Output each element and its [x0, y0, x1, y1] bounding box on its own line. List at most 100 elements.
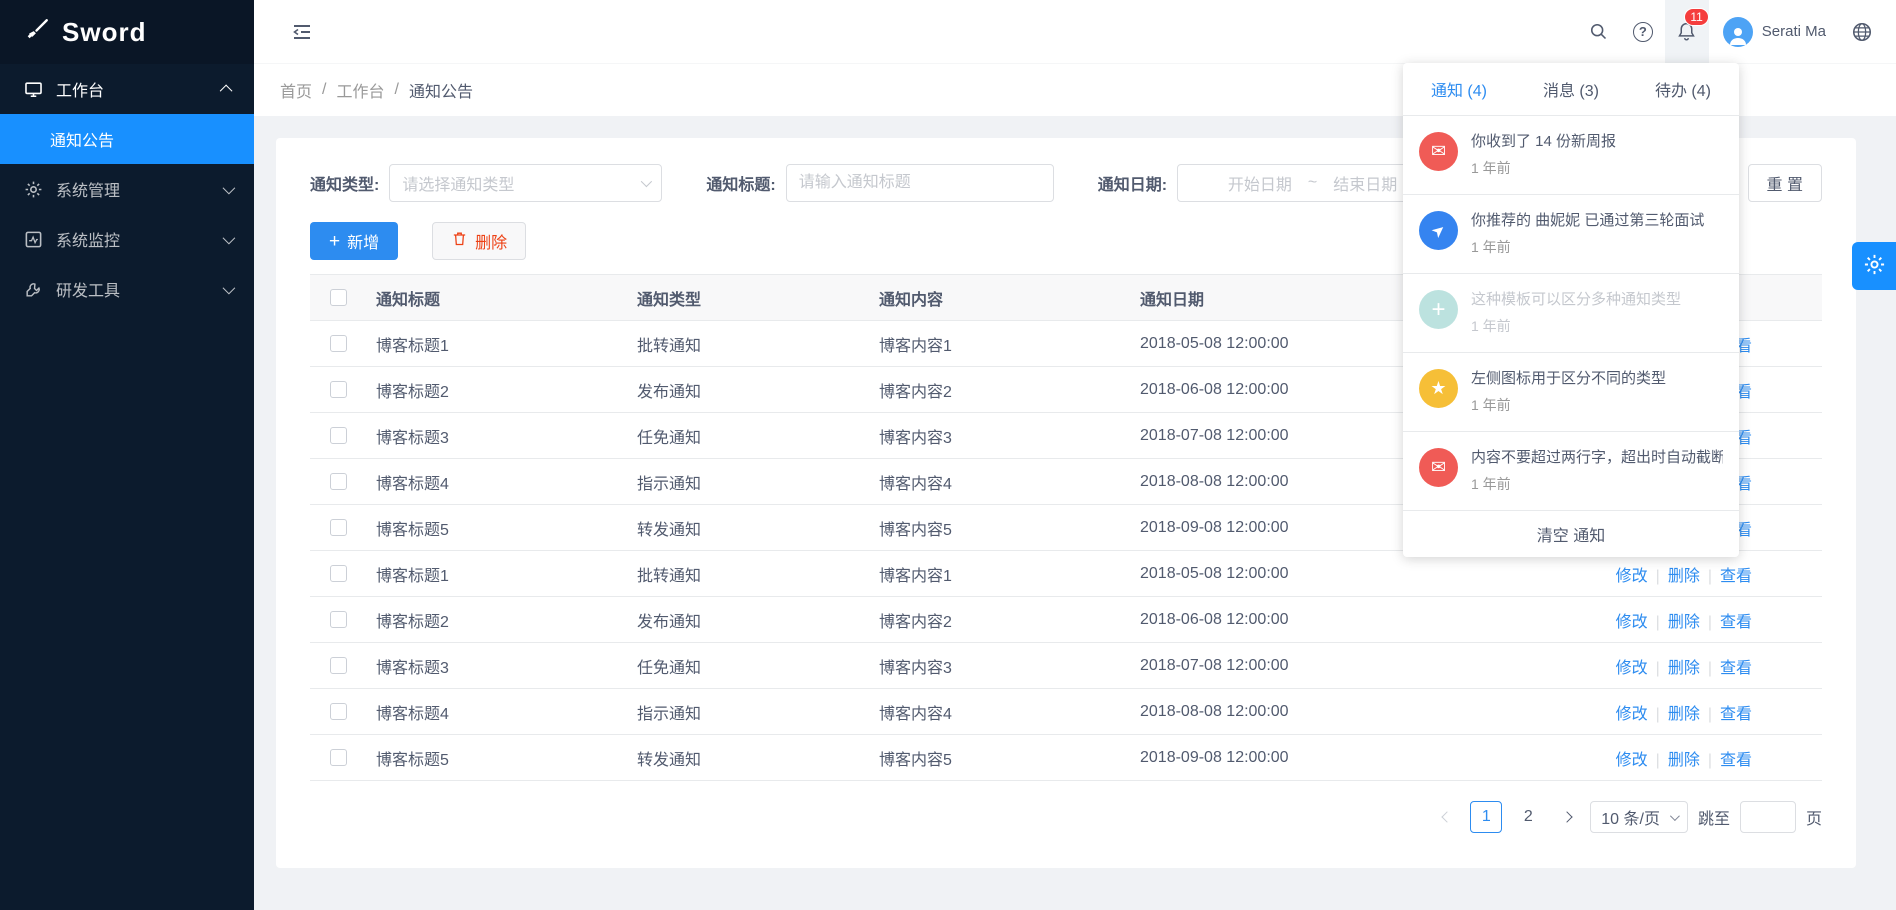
notice-title-input[interactable] — [786, 164, 1054, 202]
table-cell: 博客标题1 — [366, 321, 627, 367]
sidebar: Sword 工作台通知公告系统管理系统监控研发工具 — [0, 0, 254, 910]
notification-item[interactable]: ★左侧图标用于区分不同的类型1 年前 — [1403, 353, 1739, 432]
search-icon[interactable] — [1577, 0, 1621, 64]
reset-button[interactable]: 重 置 — [1748, 164, 1822, 202]
row-action-edit[interactable]: 修改 — [1616, 614, 1648, 631]
row-action-edit[interactable]: 修改 — [1616, 568, 1648, 585]
filter-type-group: 通知类型: 请选择通知类型 — [310, 164, 662, 202]
select-all-checkbox[interactable] — [330, 289, 347, 306]
settings-fab-button[interactable] — [1852, 242, 1896, 290]
filter-date-group: 通知日期: 开始日期 ~ 结束日期 — [1098, 164, 1448, 202]
notification-time: 1 年前 — [1471, 316, 1681, 336]
action-separator: | — [1656, 614, 1660, 631]
sidebar-item-system-manage[interactable]: 系统管理 — [0, 164, 254, 214]
type-label: 通知类型: — [310, 171, 379, 195]
delete-button[interactable]: 删除 — [432, 222, 526, 260]
table-cell: 博客标题3 — [366, 413, 627, 459]
notification-time: 1 年前 — [1471, 237, 1704, 257]
row-actions: 修改|删除|查看 — [1562, 597, 1822, 643]
notification-tab-0[interactable]: 通知 (4) — [1403, 63, 1515, 115]
page-size-select[interactable]: 10 条/页 — [1590, 801, 1688, 833]
language-globe-icon[interactable] — [1840, 0, 1884, 64]
sidebar-subitem-label: 通知公告 — [50, 127, 114, 151]
table-cell: 博客内容2 — [869, 367, 1130, 413]
row-checkbox[interactable] — [330, 427, 347, 444]
column-header: 通知标题 — [366, 275, 627, 321]
row-select-cell — [310, 643, 366, 689]
help-icon[interactable]: ? — [1621, 0, 1665, 64]
row-checkbox[interactable] — [330, 611, 347, 628]
column-header: 通知内容 — [869, 275, 1130, 321]
row-checkbox[interactable] — [330, 473, 347, 490]
chevron-down-icon — [1670, 811, 1680, 821]
row-checkbox[interactable] — [330, 565, 347, 582]
sidebar-item-workbench[interactable]: 工作台 — [0, 64, 254, 114]
row-action-view[interactable]: 查看 — [1720, 568, 1752, 585]
notification-text: 内容不要超过两行字，超出时自动截断 — [1471, 448, 1723, 467]
row-checkbox[interactable] — [330, 657, 347, 674]
row-action-delete[interactable]: 删除 — [1668, 706, 1700, 723]
row-action-edit[interactable]: 修改 — [1616, 752, 1648, 769]
prev-page-button[interactable] — [1434, 801, 1460, 833]
sword-logo-icon — [24, 17, 50, 48]
chevron-down-icon — [641, 176, 652, 187]
row-action-delete[interactable]: 删除 — [1668, 614, 1700, 631]
row-action-view[interactable]: 查看 — [1720, 752, 1752, 769]
table-cell: 发布通知 — [627, 597, 869, 643]
breadcrumb-item[interactable]: 首页 — [280, 78, 312, 102]
app-root: Sword 工作台通知公告系统管理系统监控研发工具 ? 11 — [0, 0, 1896, 910]
notification-item[interactable]: ➤你推荐的 曲妮妮 已通过第三轮面试1 年前 — [1403, 195, 1739, 274]
logo[interactable]: Sword — [0, 0, 254, 64]
row-checkbox[interactable] — [330, 335, 347, 352]
row-action-delete[interactable]: 删除 — [1668, 752, 1700, 769]
table-cell: 转发通知 — [627, 505, 869, 551]
jump-page-input[interactable] — [1740, 801, 1796, 833]
row-actions: 修改 | 删除 | 查看 — [1562, 735, 1822, 781]
gear-icon — [1863, 253, 1886, 279]
send-icon: ➤ — [1419, 211, 1458, 250]
table-cell: 2018-09-08 12:00:00 — [1130, 735, 1562, 781]
notification-tab-2[interactable]: 待办 (4) — [1627, 63, 1739, 115]
action-separator: | — [1708, 752, 1712, 769]
sidebar-item-system-monitor[interactable]: 系统监控 — [0, 214, 254, 264]
table-row: 博客标题4指示通知博客内容42018-08-08 12:00:00修改|删除|查… — [310, 689, 1822, 735]
add-button[interactable]: + 新增 — [310, 222, 398, 260]
table-cell: 批转通知 — [627, 321, 869, 367]
user-menu[interactable]: Serati Ma — [1709, 0, 1840, 64]
breadcrumb-separator: / — [394, 81, 398, 99]
row-checkbox[interactable] — [330, 519, 347, 536]
row-action-delete[interactable]: 删除 — [1668, 568, 1700, 585]
notification-item[interactable]: ✉你收到了 14 份新周报1 年前 — [1403, 116, 1739, 195]
clear-notifications-button[interactable]: 清空 通知 — [1403, 511, 1739, 557]
notification-tab-1[interactable]: 消息 (3) — [1515, 63, 1627, 115]
jump-label: 跳至 — [1698, 805, 1730, 829]
notifications-button[interactable]: 11 — [1665, 0, 1709, 64]
row-action-edit[interactable]: 修改 — [1616, 706, 1648, 723]
row-action-view[interactable]: 查看 — [1720, 660, 1752, 677]
notification-item[interactable]: +这种模板可以区分多种通知类型1 年前 — [1403, 274, 1739, 353]
breadcrumb-item[interactable]: 工作台 — [336, 78, 384, 102]
column-header: 通知类型 — [627, 275, 869, 321]
page-number-1[interactable]: 1 — [1470, 801, 1502, 833]
row-action-view[interactable]: 查看 — [1720, 614, 1752, 631]
row-select-cell — [310, 367, 366, 413]
row-action-edit[interactable]: 修改 — [1616, 660, 1648, 677]
row-checkbox[interactable] — [330, 749, 347, 766]
table-cell: 任免通知 — [627, 413, 869, 459]
row-checkbox[interactable] — [330, 703, 347, 720]
table-cell: 博客标题4 — [366, 459, 627, 505]
menu-fold-icon[interactable] — [280, 0, 324, 64]
page-number-2[interactable]: 2 — [1512, 801, 1544, 833]
desktop-icon — [22, 78, 44, 100]
notification-item[interactable]: ✉内容不要超过两行字，超出时自动截断1 年前 — [1403, 432, 1739, 511]
row-action-delete[interactable]: 删除 — [1668, 660, 1700, 677]
row-checkbox[interactable] — [330, 381, 347, 398]
action-separator: | — [1656, 706, 1660, 723]
breadcrumb-item: 通知公告 — [409, 78, 473, 102]
sidebar-item-dev-tools[interactable]: 研发工具 — [0, 264, 254, 314]
next-page-button[interactable] — [1554, 801, 1580, 833]
row-action-view[interactable]: 查看 — [1720, 706, 1752, 723]
action-separator: | — [1656, 752, 1660, 769]
notice-type-select[interactable]: 请选择通知类型 — [389, 164, 662, 202]
sidebar-subitem-notice-announcement[interactable]: 通知公告 — [0, 114, 254, 164]
